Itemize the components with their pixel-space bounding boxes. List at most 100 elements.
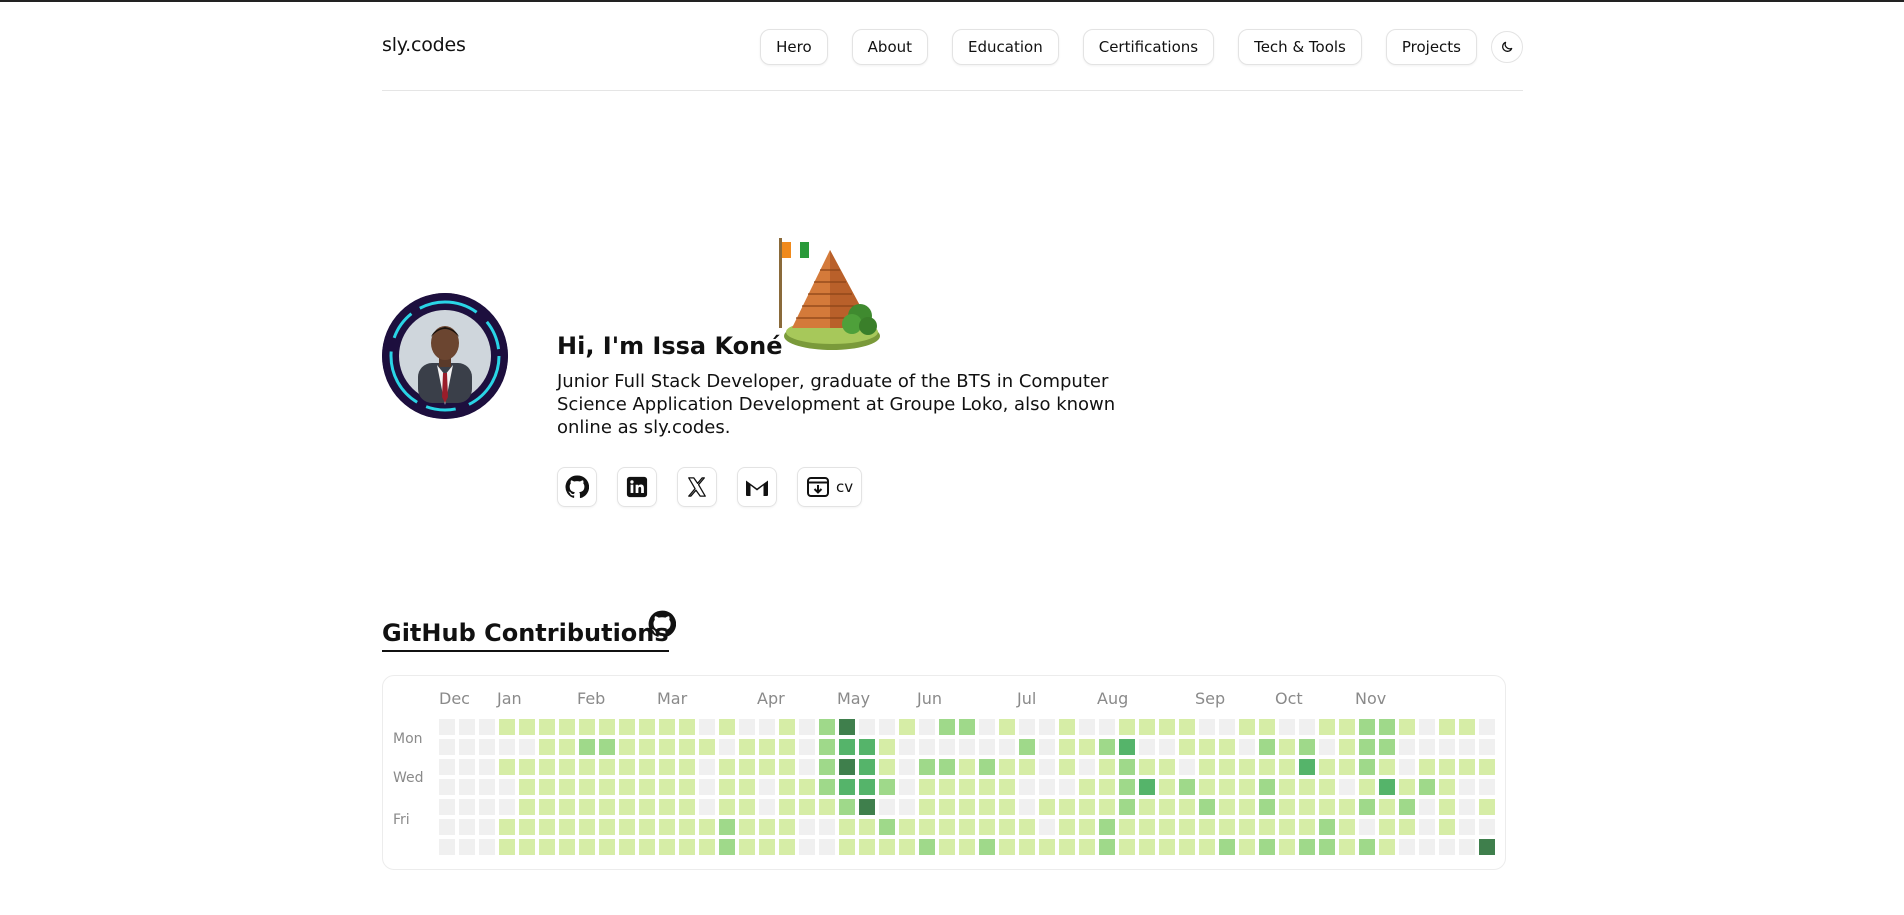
nav-education[interactable]: Education bbox=[952, 29, 1059, 65]
contribution-cell bbox=[1079, 839, 1095, 855]
contribution-cell bbox=[859, 759, 875, 775]
contribution-cell bbox=[919, 839, 935, 855]
avatar bbox=[382, 293, 508, 419]
contribution-cell bbox=[1219, 759, 1235, 775]
nav-projects[interactable]: Projects bbox=[1385, 29, 1477, 65]
contribution-cell bbox=[1219, 799, 1235, 815]
contribution-cell bbox=[1359, 719, 1375, 735]
month-label: Apr bbox=[757, 689, 785, 708]
contribution-cell bbox=[1339, 719, 1355, 735]
contribution-cell bbox=[659, 779, 675, 795]
contribution-cell bbox=[499, 759, 515, 775]
contribution-cell bbox=[1279, 799, 1295, 815]
contribution-cell bbox=[739, 799, 755, 815]
contribution-cell bbox=[1219, 719, 1235, 735]
contribution-cell bbox=[439, 719, 455, 735]
nav-hero[interactable]: Hero bbox=[760, 29, 828, 65]
contribution-cell bbox=[459, 779, 475, 795]
contribution-cell bbox=[439, 819, 455, 835]
contribution-cell bbox=[499, 839, 515, 855]
github-link[interactable] bbox=[557, 467, 597, 507]
month-label: Jan bbox=[497, 689, 522, 708]
contribution-cell bbox=[939, 839, 955, 855]
contribution-cell bbox=[819, 719, 835, 735]
month-label: Mar bbox=[657, 689, 688, 708]
contribution-cell bbox=[1219, 819, 1235, 835]
contribution-cell bbox=[799, 839, 815, 855]
contribution-cell bbox=[1379, 839, 1395, 855]
contribution-cell bbox=[1139, 799, 1155, 815]
contribution-cell bbox=[1359, 739, 1375, 755]
contribution-cell bbox=[579, 799, 595, 815]
contribution-cell bbox=[719, 739, 735, 755]
contribution-cell bbox=[619, 799, 635, 815]
contribution-cell bbox=[899, 719, 915, 735]
contribution-cell bbox=[679, 779, 695, 795]
calendar-months: Dec Jan Feb Mar Apr May Jun Jul Aug Sep … bbox=[383, 689, 1507, 708]
contribution-cell bbox=[559, 839, 575, 855]
contribution-cell bbox=[1039, 759, 1055, 775]
contribution-cell bbox=[639, 759, 655, 775]
contribution-cell bbox=[799, 719, 815, 735]
contribution-cell bbox=[1319, 839, 1335, 855]
contribution-cell bbox=[1319, 819, 1335, 835]
contribution-cell bbox=[959, 759, 975, 775]
contribution-cell bbox=[479, 739, 495, 755]
month-label: Oct bbox=[1275, 689, 1303, 708]
contribution-cell bbox=[1059, 719, 1075, 735]
contribution-cell bbox=[639, 839, 655, 855]
contribution-cell bbox=[1099, 719, 1115, 735]
contribution-cell bbox=[499, 739, 515, 755]
contribution-cell bbox=[799, 759, 815, 775]
contribution-cell bbox=[719, 839, 735, 855]
contribution-cell bbox=[1259, 759, 1275, 775]
contribution-cell bbox=[1099, 799, 1115, 815]
contribution-cell bbox=[1439, 819, 1455, 835]
contribution-cell bbox=[939, 779, 955, 795]
contribution-cell bbox=[599, 819, 615, 835]
contribution-cell bbox=[779, 779, 795, 795]
contribution-cell bbox=[699, 759, 715, 775]
contribution-cell bbox=[619, 739, 635, 755]
contribution-cell bbox=[1079, 819, 1095, 835]
contribution-cell bbox=[1279, 839, 1295, 855]
contribution-cell bbox=[1419, 819, 1435, 835]
top-border bbox=[0, 0, 1904, 2]
nav-certifications[interactable]: Certifications bbox=[1082, 29, 1215, 65]
contribution-cell bbox=[519, 759, 535, 775]
contribution-cell bbox=[779, 759, 795, 775]
contribution-cell bbox=[919, 739, 935, 755]
x-link[interactable] bbox=[677, 467, 717, 507]
contribution-cell bbox=[1279, 759, 1295, 775]
nav-tech-tools[interactable]: Tech & Tools bbox=[1238, 29, 1362, 65]
contribution-cell bbox=[1219, 739, 1235, 755]
x-icon bbox=[688, 477, 706, 497]
contribution-cell bbox=[899, 739, 915, 755]
contribution-cell bbox=[1079, 779, 1095, 795]
contribution-cell bbox=[799, 739, 815, 755]
contribution-cell bbox=[819, 839, 835, 855]
contribution-cell bbox=[1239, 799, 1255, 815]
contribution-cell bbox=[1399, 799, 1415, 815]
cv-download-button[interactable]: cv bbox=[797, 467, 863, 507]
contribution-cell bbox=[1359, 799, 1375, 815]
nav-about[interactable]: About bbox=[851, 29, 929, 65]
contribution-cell bbox=[959, 839, 975, 855]
contribution-cell bbox=[879, 819, 895, 835]
contribution-cell bbox=[539, 819, 555, 835]
linkedin-link[interactable] bbox=[617, 467, 657, 507]
contribution-cell bbox=[659, 739, 675, 755]
site-logo[interactable]: sly.codes bbox=[382, 34, 466, 56]
hero-description: Junior Full Stack Developer, graduate of… bbox=[557, 371, 1116, 438]
theme-toggle-button[interactable] bbox=[1491, 31, 1523, 63]
email-link[interactable] bbox=[737, 467, 777, 507]
contribution-cell bbox=[759, 779, 775, 795]
contribution-cell bbox=[659, 799, 675, 815]
contribution-cell bbox=[1079, 799, 1095, 815]
contribution-cell bbox=[599, 719, 615, 735]
contribution-cell bbox=[1179, 719, 1195, 735]
contribution-cell bbox=[1139, 819, 1155, 835]
contribution-cell bbox=[539, 779, 555, 795]
contribution-cell bbox=[899, 779, 915, 795]
contribution-cell bbox=[859, 819, 875, 835]
